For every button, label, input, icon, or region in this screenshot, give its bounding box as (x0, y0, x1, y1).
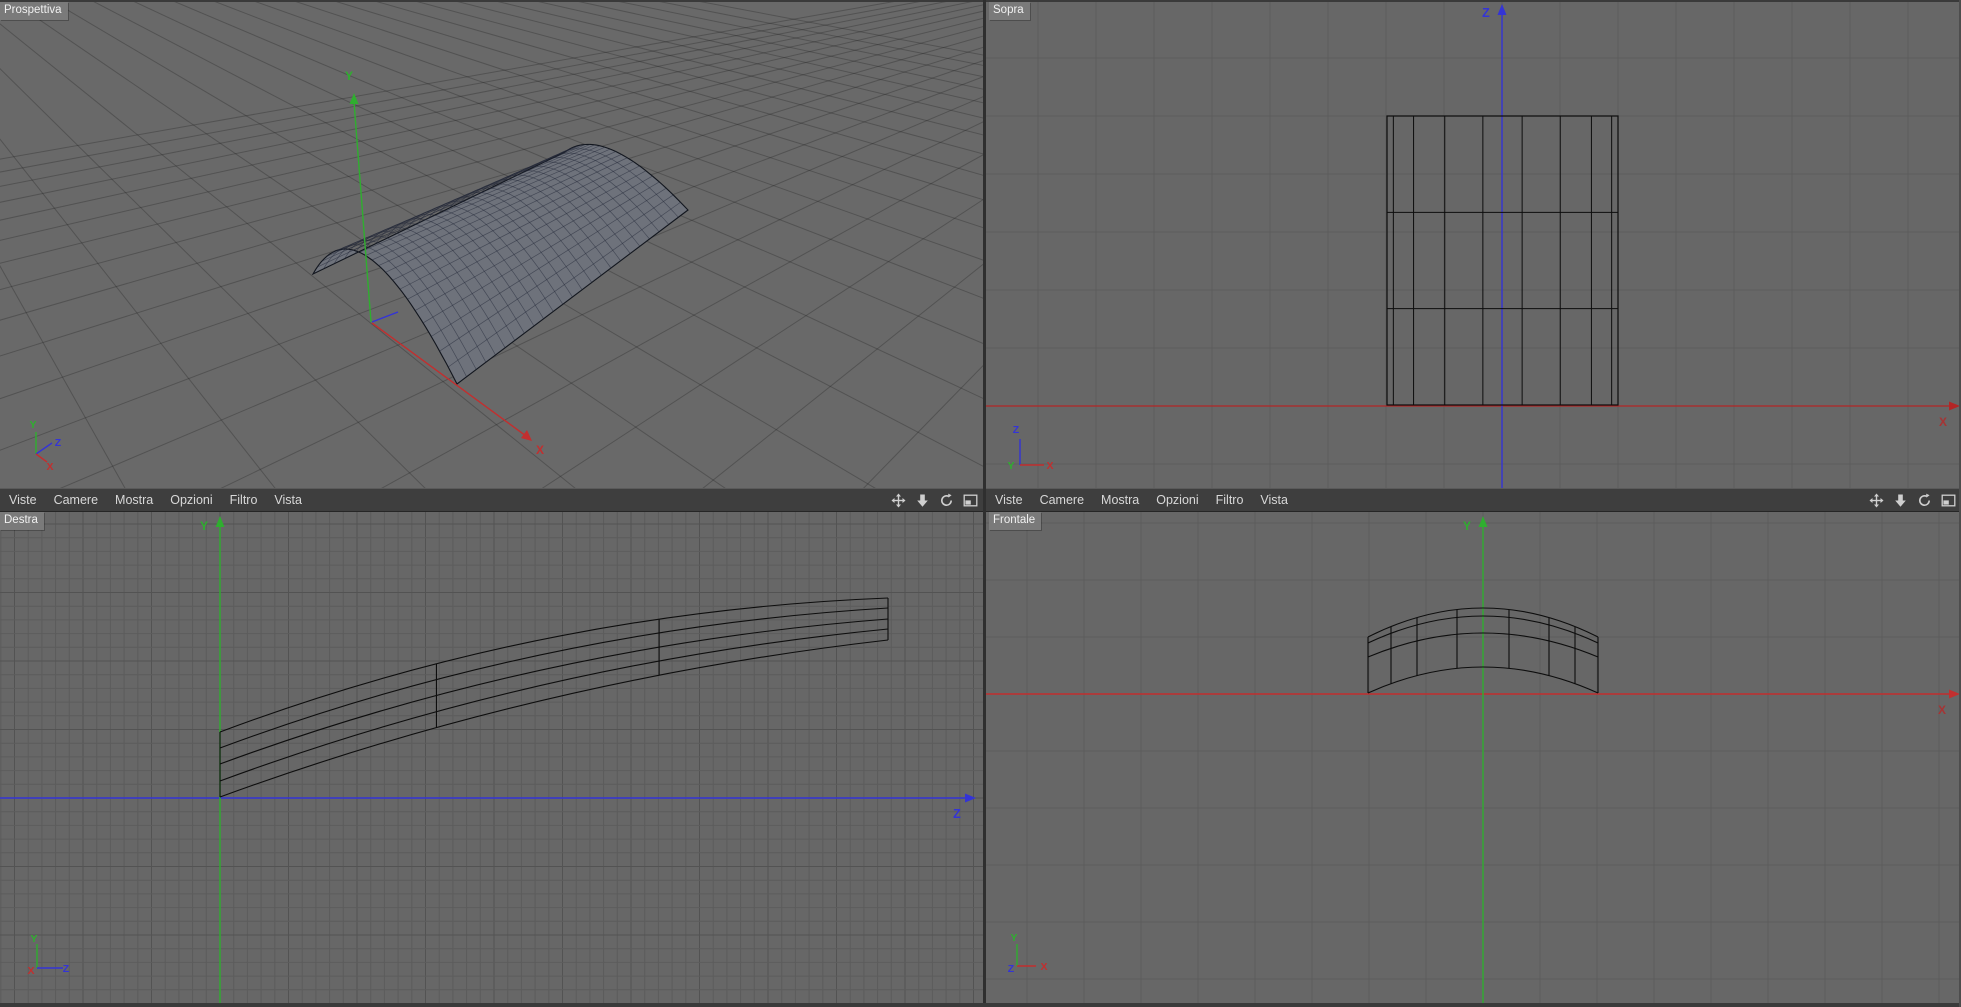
axis-label: Z (1013, 424, 1020, 436)
pan-icon[interactable] (1869, 493, 1884, 508)
axis-label: Y (200, 519, 208, 533)
menu-icons-left (891, 493, 983, 508)
axis-label: Y (1010, 932, 1017, 944)
axis-label: Y (1463, 519, 1471, 533)
toggle-layout-icon[interactable] (963, 493, 978, 508)
viewport-right[interactable]: Z Y Y Z X Destra (0, 512, 983, 1007)
right-canvas[interactable]: Z Y Y Z X (0, 512, 983, 1007)
rotate-icon[interactable] (939, 493, 954, 508)
axis-label: Z (55, 437, 62, 449)
axis-label: Y (345, 69, 353, 83)
menu-item-mostra[interactable]: Mostra (115, 489, 153, 511)
axis-label: X (1938, 703, 1946, 717)
axis-label: X (46, 461, 53, 473)
menu-item-filtro[interactable]: Filtro (230, 489, 258, 511)
perspective-canvas[interactable]: YXYZX (0, 2, 983, 488)
axis-label: Z (63, 963, 70, 975)
menu-items-left: Viste Camere Mostra Opzioni Filtro Vista (0, 489, 302, 511)
menu-item-mostra[interactable]: Mostra (1101, 489, 1139, 511)
top-canvas[interactable]: X Z Z X Y (986, 2, 1961, 488)
toggle-layout-icon[interactable] (1941, 493, 1956, 508)
axis-label: Y (30, 933, 37, 945)
dolly-icon[interactable] (915, 493, 930, 508)
window-edge-bottom (0, 1003, 1961, 1007)
menu-item-camere[interactable]: Camere (54, 489, 98, 511)
menu-item-filtro[interactable]: Filtro (1216, 489, 1244, 511)
viewport-label-right: Destra (0, 512, 44, 530)
axis-label: X (1040, 961, 1047, 973)
viewport-label-front: Frontale (989, 512, 1042, 530)
menu-item-camere[interactable]: Camere (1040, 489, 1084, 511)
axis-label: Z (1482, 6, 1490, 20)
menu-item-vista[interactable]: Vista (274, 489, 302, 511)
menu-item-opzioni[interactable]: Opzioni (1156, 489, 1198, 511)
menu-item-opzioni[interactable]: Opzioni (170, 489, 212, 511)
menu-icons-right (1869, 493, 1961, 508)
viewport-label-perspective: Prospettiva (0, 2, 68, 20)
menu-items-right: Viste Camere Mostra Opzioni Filtro Vista (986, 489, 1288, 511)
front-canvas[interactable]: X Y Y X Z (986, 512, 1961, 1007)
dolly-icon[interactable] (1893, 493, 1908, 508)
axis-label: Z (1008, 963, 1015, 975)
menu-item-vista[interactable]: Vista (1260, 489, 1288, 511)
viewport-label-top: Sopra (989, 2, 1030, 20)
pan-icon[interactable] (891, 493, 906, 508)
axis-label: Z (953, 807, 961, 821)
viewport-menubar-left: Viste Camere Mostra Opzioni Filtro Vista (0, 488, 983, 512)
axis-label: X (536, 443, 544, 457)
axis-label: X (1939, 415, 1947, 429)
axis-label: X (1046, 460, 1053, 472)
axis-label: X (27, 965, 34, 977)
viewport-menubar-right: Viste Camere Mostra Opzioni Filtro Vista (986, 488, 1961, 512)
viewport-perspective[interactable]: YXYZX Prospettiva (0, 0, 983, 488)
viewport-front[interactable]: X Y Y X Z Frontale (986, 512, 1961, 1007)
viewport-top[interactable]: X Z Z X Y Sopra (986, 0, 1961, 488)
axis-label: Y (1007, 460, 1014, 472)
menu-item-viste[interactable]: Viste (995, 489, 1023, 511)
axis-label: Y (29, 419, 36, 431)
application-window: YXYZX Prospettiva XZZXY Sopra Viste Camer… (0, 0, 1961, 1007)
menu-item-viste[interactable]: Viste (9, 489, 37, 511)
rotate-icon[interactable] (1917, 493, 1932, 508)
